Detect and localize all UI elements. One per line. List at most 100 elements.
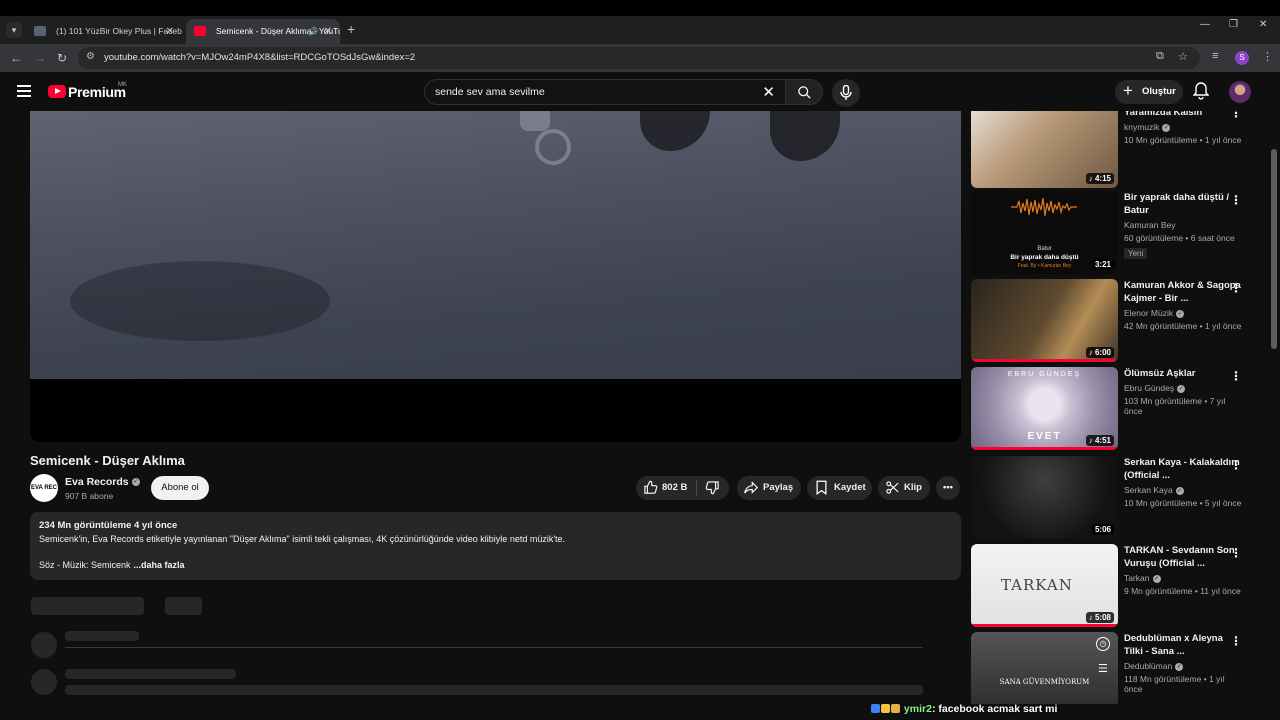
video-thumbnail[interactable]: 5:06 [971,456,1118,539]
close-tab-icon[interactable]: ✕ [324,19,332,44]
related-video-title[interactable]: Ölümsüz Aşklar [1124,367,1244,380]
account-avatar[interactable] [1229,81,1251,103]
subscribe-button[interactable]: Abone ol [151,476,209,500]
channel-text[interactable]: Ebru Gündeş [1124,383,1174,393]
video-options-icon[interactable]: ⋮ [1230,458,1242,472]
channel-text[interactable]: Tarkan [1124,573,1150,583]
video-options-icon[interactable]: ⋮ [1230,111,1242,120]
video-info[interactable]: Bir yaprak daha düştü / Batur Kamuran Be… [1124,191,1244,261]
related-video-item[interactable]: ♪ 4:15 Yaramızda Kalsın knymuzik ✓ 10 Mn … [971,111,1261,188]
video-thumbnail[interactable]: EBRU GÜNDEŞ EVET ♪ 4:51 [971,367,1118,450]
show-more-link[interactable]: ...daha fazla [134,560,185,570]
tab-search-button[interactable]: ▾ [6,22,22,38]
scrollbar-thumb[interactable] [1271,149,1277,349]
media-control-icon[interactable]: ≡ [1212,50,1218,62]
browser-tab-facebook[interactable]: (1) 101 YüzBir Okey Plus | Facebook ✕ [26,19,182,44]
related-video-item[interactable]: Batur Bir yaprak daha düştü Feat. By • K… [971,191,1261,275]
related-video-title[interactable]: Dedublüman x Aleyna Tilki - Sana ... [1124,632,1244,658]
bookmark-star-icon[interactable]: ☆ [1178,50,1188,63]
related-video-item[interactable]: 5:06 Serkan Kaya - Kalakaldım (Official … [971,456,1261,540]
video-thumbnail[interactable]: SANA GÜVENMİYORUM ◷ ☰ [971,632,1118,704]
related-video-title[interactable]: Serkan Kaya - Kalakaldım (Official ... [1124,456,1244,482]
reload-icon[interactable]: ↻ [57,51,67,65]
channel-text[interactable]: Serkan Kaya [1124,485,1173,495]
search-input[interactable]: sende sev ama sevilme ✕ [424,79,786,105]
address-bar[interactable]: ⚙ youtube.com/watch?v=MJOw24mP4X8&list=R… [78,47,1200,69]
browser-menu-icon[interactable]: ⋮ [1262,50,1273,63]
video-info[interactable]: Ölümsüz Aşklar Ebru Gündeş ✓ 103 Mn görün… [1124,367,1244,416]
voice-search-button[interactable] [832,79,860,107]
create-button[interactable]: Oluştur [1115,79,1183,104]
video-options-icon[interactable]: ⋮ [1230,546,1242,560]
video-frame[interactable] [30,111,961,379]
related-video-title[interactable]: Kamuran Akkor & Sagopa Kajmer - Bir ... [1124,279,1244,305]
url-text[interactable]: youtube.com/watch?v=MJOw24mP4X8&list=RDC… [104,52,415,63]
related-video-channel[interactable]: Kamuran Bey [1124,220,1244,230]
video-thumbnail[interactable]: Batur Bir yaprak daha düştü Feat. By • K… [971,191,1118,274]
related-video-channel[interactable]: Tarkan ✓ [1124,573,1244,583]
close-tab-icon[interactable]: ✕ [166,19,174,44]
video-options-icon[interactable]: ⋮ [1230,281,1242,295]
channel-name-text[interactable]: Eva Records [65,476,129,488]
related-video-item[interactable]: TARKAN ♪ 5:08 TARKAN - Sevdanın Son Vuru… [971,544,1261,628]
video-info[interactable]: TARKAN - Sevdanın Son Vuruşu (Official .… [1124,544,1244,596]
restore-icon[interactable]: ❐ [1229,19,1238,30]
video-thumbnail[interactable]: ♪ 6:00 [971,279,1118,362]
description-box[interactable]: 234 Mn görüntüleme 4 yıl önce Semicenk'i… [30,512,961,580]
more-actions-icon[interactable]: ••• [936,476,960,500]
video-info[interactable]: Yaramızda Kalsın knymuzik ✓ 10 Mn görüntü… [1124,111,1244,145]
minimize-icon[interactable]: — [1200,19,1210,30]
video-info[interactable]: Dedublüman x Aleyna Tilki - Sana ... Ded… [1124,632,1244,694]
channel-name[interactable]: Eva Records ✓ [65,476,140,488]
clip-label[interactable]: Klip [904,482,922,493]
video-info[interactable]: Kamuran Akkor & Sagopa Kajmer - Bir ... … [1124,279,1244,331]
video-thumbnail[interactable]: ♪ 4:15 [971,111,1118,188]
search-query-text[interactable]: sende sev ama sevilme [435,86,545,98]
back-icon[interactable]: ← [10,51,22,65]
site-info-icon[interactable]: ⚙ [86,51,95,62]
browser-tab-youtube[interactable]: Semicenk - Düşer Aklıma - YouTube 🔊 ✕ [186,19,340,44]
related-video-title[interactable]: Bir yaprak daha düştü / Batur [1124,191,1244,217]
clear-search-icon[interactable]: ✕ [762,83,775,101]
share-button[interactable]: Paylaş [737,476,801,500]
related-video-channel[interactable]: Elenor Müzik ✓ [1124,308,1244,318]
video-thumbnail[interactable]: TARKAN ♪ 5:08 [971,544,1118,627]
video-player[interactable] [30,111,961,442]
add-to-queue-icon[interactable]: ☰ [1098,662,1108,675]
related-video-channel[interactable]: knymuzik ✓ [1124,122,1244,132]
related-video-title[interactable]: Yaramızda Kalsın [1124,111,1244,119]
related-video-title[interactable]: TARKAN - Sevdanın Son Vuruşu (Official .… [1124,544,1244,570]
speaker-icon[interactable]: 🔊 [308,19,318,44]
clip-button[interactable]: Klip [878,476,930,500]
channel-text[interactable]: Elenor Müzik [1124,308,1173,318]
related-video-item[interactable]: EBRU GÜNDEŞ EVET ♪ 4:51 Ölümsüz Aşklar E… [971,367,1261,451]
video-options-icon[interactable]: ⋮ [1230,634,1242,648]
forward-icon[interactable]: → [34,51,46,65]
watch-later-clock-icon[interactable]: ◷ [1096,637,1110,651]
save-label[interactable]: Kaydet [834,482,866,493]
youtube-logo-icon[interactable] [48,85,66,98]
thumbs-down-icon[interactable] [705,480,720,495]
page-scrollbar[interactable] [1271,111,1277,704]
related-video-channel[interactable]: Ebru Gündeş ✓ [1124,383,1244,393]
window-close-icon[interactable]: ✕ [1259,19,1267,30]
share-label[interactable]: Paylaş [763,482,793,493]
channel-avatar[interactable]: EVA REC [30,474,58,502]
video-options-icon[interactable]: ⋮ [1230,193,1242,207]
notifications-bell-icon[interactable] [1193,82,1209,100]
related-video-channel[interactable]: Dedublüman ✓ [1124,661,1244,671]
related-video-item[interactable]: ♪ 6:00 Kamuran Akkor & Sagopa Kajmer - B… [971,279,1261,363]
video-info[interactable]: Serkan Kaya - Kalakaldım (Official ... S… [1124,456,1244,508]
save-button[interactable]: Kaydet [807,476,872,500]
related-video-item[interactable]: SANA GÜVENMİYORUM ◷ ☰ Dedublüman x Aleyn… [971,632,1261,704]
thumbs-up-icon[interactable] [643,480,658,495]
video-options-icon[interactable]: ⋮ [1230,369,1242,383]
channel-text[interactable]: knymuzik [1124,122,1159,132]
install-app-icon[interactable]: ⧉ [1156,50,1164,63]
related-video-channel[interactable]: Serkan Kaya ✓ [1124,485,1244,495]
like-count[interactable]: 802 B [662,476,687,500]
hamburger-menu-icon[interactable] [17,85,31,97]
search-button[interactable] [785,79,823,105]
new-tab-button[interactable]: + [347,21,355,37]
channel-text[interactable]: Dedublüman [1124,661,1172,671]
